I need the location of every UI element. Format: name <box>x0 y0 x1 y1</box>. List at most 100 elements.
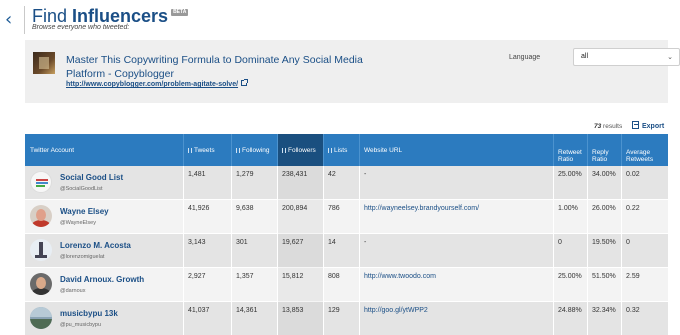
tweets-cell: 1,481 <box>183 166 231 200</box>
followers-cell: 13,853 <box>277 302 323 335</box>
account-cell[interactable]: David Arnoux. Growth @darnoux <box>25 268 183 302</box>
col-tweets[interactable]: Tweets <box>183 134 231 166</box>
col-label: Average Retweets <box>626 149 654 163</box>
website-cell: - <box>359 234 553 268</box>
avg-retweets-cell: 0.02 <box>621 166 668 200</box>
avatar <box>30 205 52 227</box>
following-cell: 1,279 <box>231 166 277 200</box>
sort-icon <box>236 147 240 153</box>
title-light: Find <box>32 6 73 26</box>
account-handle: @darnoux <box>60 288 86 294</box>
account-handle: @pu_musicbypu <box>60 322 102 328</box>
retweet-ratio-cell: 0 <box>553 234 587 268</box>
results-label: results <box>603 123 623 130</box>
account-handle: @SocialGoodList <box>60 186 103 192</box>
col-following[interactable]: Following <box>231 134 277 166</box>
account-name[interactable]: Lorenzo M. Acosta <box>60 241 131 250</box>
table-row[interactable]: musicbypu 13k @pu_musicbypu 41,037 14,36… <box>25 302 668 335</box>
website-link[interactable]: http://wayneelsey.brandyourself.com/ <box>364 205 479 212</box>
following-cell: 301 <box>231 234 277 268</box>
chevron-down-icon: ⌄ <box>667 53 673 61</box>
retweet-ratio-cell: 25.00% <box>553 166 587 200</box>
following-cell: 14,361 <box>231 302 277 335</box>
account-handle: @WayneElsey <box>60 220 96 226</box>
col-twitter-account[interactable]: Twitter Account <box>25 134 183 166</box>
reply-ratio-cell: 51.50% <box>587 268 621 302</box>
avatar <box>30 273 52 295</box>
sort-icon <box>328 147 332 153</box>
export-button[interactable]: Export <box>632 121 664 130</box>
lists-cell: 42 <box>323 166 359 200</box>
header-divider <box>24 6 25 34</box>
col-label: Reply Ratio <box>592 149 609 163</box>
account-cell[interactable]: Lorenzo M. Acosta @lorenzomiguelat <box>25 234 183 268</box>
tweet-link-text[interactable]: http://www.copyblogger.com/problem-agita… <box>66 81 238 88</box>
account-name[interactable]: Wayne Elsey <box>60 207 109 216</box>
tweet-link[interactable]: http://www.copyblogger.com/problem-agita… <box>66 79 249 88</box>
external-link-icon <box>241 79 249 86</box>
website-cell: http://goo.gl/ytWPP2 <box>359 302 553 335</box>
followers-cell: 15,812 <box>277 268 323 302</box>
tweet-panel: Master This Copywriting Formula to Domin… <box>25 40 680 103</box>
followers-cell: 238,431 <box>277 166 323 200</box>
website-cell: http://wayneelsey.brandyourself.com/ <box>359 200 553 234</box>
results-count: 73 results <box>594 123 622 130</box>
col-average-retweets[interactable]: Average Retweets <box>621 134 668 166</box>
tweets-cell: 41,926 <box>183 200 231 234</box>
back-chevron-icon[interactable]: ‹ <box>5 10 19 30</box>
avatar <box>30 171 52 193</box>
table-row[interactable]: Social Good List @SocialGoodList 1,481 1… <box>25 166 668 200</box>
avg-retweets-cell: 0.32 <box>621 302 668 335</box>
col-label: Website URL <box>364 146 403 154</box>
lists-cell: 786 <box>323 200 359 234</box>
col-label: Lists <box>334 146 348 154</box>
account-name[interactable]: David Arnoux. Growth <box>60 275 144 284</box>
account-name[interactable]: musicbypu 13k <box>60 309 118 318</box>
col-label: Retweet Ratio <box>558 149 582 163</box>
lists-cell: 808 <box>323 268 359 302</box>
tweet-thumbnail <box>33 52 55 74</box>
export-icon <box>632 121 639 129</box>
influencers-table: Twitter Account Tweets Following Followe… <box>25 134 668 335</box>
account-cell[interactable]: musicbypu 13k @pu_musicbypu <box>25 302 183 335</box>
table-row[interactable]: Lorenzo M. Acosta @lorenzomiguelat 3,143… <box>25 234 668 268</box>
col-reply-ratio[interactable]: Reply Ratio <box>587 134 621 166</box>
account-name[interactable]: Social Good List <box>60 173 123 182</box>
following-cell: 1,357 <box>231 268 277 302</box>
col-label: Followers <box>288 146 316 154</box>
avatar <box>30 239 52 261</box>
col-lists[interactable]: Lists <box>323 134 359 166</box>
table-row[interactable]: Wayne Elsey @WayneElsey 41,926 9,638 200… <box>25 200 668 234</box>
export-label: Export <box>642 123 665 130</box>
account-cell[interactable]: Wayne Elsey @WayneElsey <box>25 200 183 234</box>
table-row[interactable]: David Arnoux. Growth @darnoux 2,927 1,35… <box>25 268 668 302</box>
reply-ratio-cell: 32.34% <box>587 302 621 335</box>
page-subtitle: Browse everyone who tweeted: <box>32 24 130 31</box>
col-retweet-ratio[interactable]: Retweet Ratio <box>553 134 587 166</box>
tweet-title[interactable]: Master This Copywriting Formula to Domin… <box>66 53 386 81</box>
account-handle: @lorenzomiguelat <box>60 254 105 260</box>
lists-cell: 14 <box>323 234 359 268</box>
retweet-ratio-cell: 1.00% <box>553 200 587 234</box>
language-label: Language <box>509 54 541 61</box>
table-header: Twitter Account Tweets Following Followe… <box>25 134 668 166</box>
account-cell[interactable]: Social Good List @SocialGoodList <box>25 166 183 200</box>
following-cell: 9,638 <box>231 200 277 234</box>
website-cell: http://www.twoodo.com <box>359 268 553 302</box>
tweets-cell: 3,143 <box>183 234 231 268</box>
followers-cell: 200,894 <box>277 200 323 234</box>
language-select[interactable]: all ⌄ <box>573 48 680 66</box>
avg-retweets-cell: 0 <box>621 234 668 268</box>
col-followers[interactable]: Followers <box>277 134 323 166</box>
avg-retweets-cell: 2.59 <box>621 268 668 302</box>
website-link[interactable]: http://www.twoodo.com <box>364 273 436 280</box>
followers-cell: 19,627 <box>277 234 323 268</box>
website-link[interactable]: http://goo.gl/ytWPP2 <box>364 307 428 314</box>
page-title: Find Influencers BETA <box>32 6 189 26</box>
tweets-cell: 2,927 <box>183 268 231 302</box>
avatar <box>30 307 52 329</box>
results-number: 73 <box>594 123 602 130</box>
reply-ratio-cell: 19.50% <box>587 234 621 268</box>
website-cell: - <box>359 166 553 200</box>
col-website-url[interactable]: Website URL <box>359 134 553 166</box>
